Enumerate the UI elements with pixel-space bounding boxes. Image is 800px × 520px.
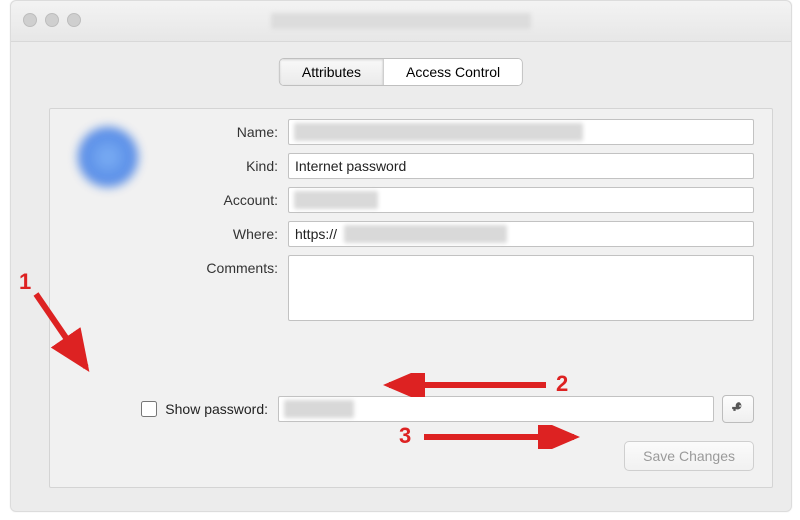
redacted-overlay [294,191,378,209]
tab-bar: Attributes Access Control [279,58,523,86]
password-assistant-button[interactable] [722,395,754,423]
redacted-overlay [284,400,354,418]
redacted-overlay [294,123,583,141]
attributes-form: Name: Kind: Account: [168,119,754,332]
tab-access-control[interactable]: Access Control [384,59,522,85]
item-icon [78,127,138,187]
window-controls [23,13,81,27]
where-label: Where: [168,221,288,242]
name-label: Name: [168,119,288,140]
titlebar [11,1,791,42]
comments-label: Comments: [168,255,288,276]
show-password-checkbox[interactable] [141,401,157,417]
show-password-label: Show password: [165,401,268,417]
key-icon [731,401,745,418]
tab-attributes[interactable]: Attributes [280,59,384,85]
keychain-item-window: Attributes Access Control Name: Kind: [10,0,792,512]
bottom-button-row: Save Changes [624,441,754,471]
window-title-redacted [271,13,531,29]
attributes-panel: Name: Kind: Account: [49,108,773,488]
zoom-window-button[interactable] [67,13,81,27]
account-label: Account: [168,187,288,208]
kind-label: Kind: [168,153,288,174]
close-window-button[interactable] [23,13,37,27]
comments-field[interactable] [288,255,754,321]
window-content: Attributes Access Control Name: Kind: [11,42,791,512]
redacted-overlay [344,225,507,243]
save-changes-button[interactable]: Save Changes [624,441,754,471]
password-row: Show password: [68,395,754,423]
minimize-window-button[interactable] [45,13,59,27]
kind-field[interactable] [288,153,754,179]
